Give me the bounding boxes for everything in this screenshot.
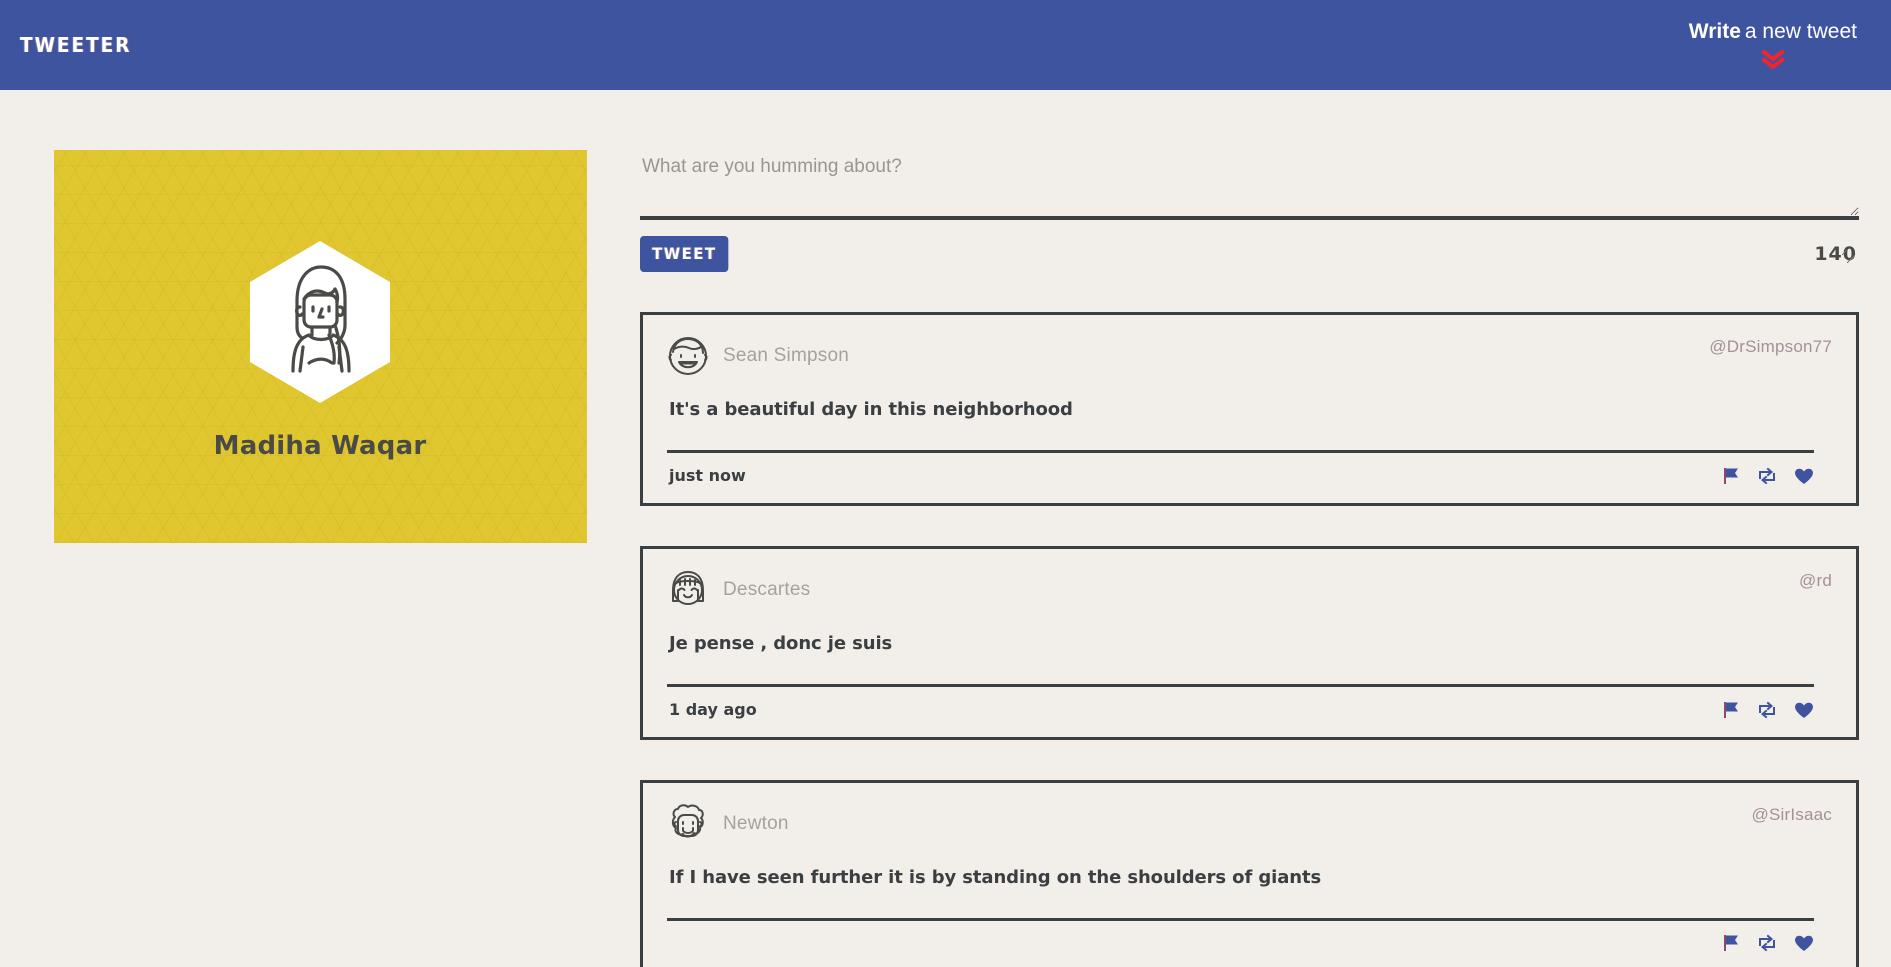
tweet-handle[interactable]: @SirIsaac [1752,803,1832,825]
app-header: TWEETER Write a new tweet [0,0,1891,90]
retweet-icon[interactable] [1757,701,1777,719]
man-smiling-avatar-icon [667,335,709,377]
tweet-card[interactable]: Newton @SirIsaac If I have seen further … [640,780,1859,967]
tweet-header: Sean Simpson @DrSimpson77 [667,335,1832,377]
heart-icon[interactable] [1794,701,1814,719]
tweet-author[interactable]: Newton [667,803,789,845]
retweet-icon[interactable] [1757,467,1777,485]
tweet-text: Je pense , donc je suis [669,633,893,654]
tweet-text: If I have seen further it is by standing… [669,867,1322,888]
feed-column: TWEET 140 [640,150,1891,967]
tweet-actions [1722,934,1814,952]
tweet-author[interactable]: Sean Simpson [667,335,849,377]
tweet-handle[interactable]: @rd [1799,569,1832,591]
heart-icon[interactable] [1794,467,1814,485]
tweet-composer: TWEET 140 [640,150,1859,272]
tweet-footer: 1 day ago [667,687,1832,737]
app-logo[interactable]: TWEETER [20,33,131,57]
character-counter: 140 [1814,243,1857,265]
tweet-footer [667,921,1832,967]
retweet-icon[interactable] [1757,934,1777,952]
tweet-timestamp: 1 day ago [669,700,757,719]
double-chevron-down-icon[interactable] [1760,49,1786,70]
tweet-footer: just now [667,453,1832,503]
tweet-header: Descartes @rd [667,569,1832,611]
tweet-timestamp: just now [669,466,746,485]
write-strong-text: Write [1688,19,1741,43]
tweet-card[interactable]: Sean Simpson @DrSimpson77 It's a beautif… [640,312,1859,506]
female-avatar-hexagon-icon [247,239,393,405]
profile-name: Madiha Waqar [213,430,427,461]
flag-icon[interactable] [1722,467,1740,485]
tweet-display-name: Sean Simpson [723,345,849,366]
flag-icon[interactable] [1722,934,1740,952]
write-rest-text: a new tweet [1744,19,1857,43]
tweet-composer-input[interactable] [640,150,1859,220]
tweet-header: Newton @SirIsaac [667,803,1832,845]
tweet-display-name: Descartes [723,579,811,600]
tweet-actions [1722,467,1814,485]
curly-hair-avatar-icon [667,803,709,845]
profile-column: Madiha Waqar [0,150,640,543]
profile-card: Madiha Waqar [53,150,587,543]
tweet-text: It's a beautiful day in this neighborhoo… [669,399,1073,420]
tweet-actions [1722,701,1814,719]
tweet-card[interactable]: Descartes @rd Je pense , donc je suis 1 … [640,546,1859,740]
tweet-author[interactable]: Descartes [667,569,810,611]
tweet-submit-button[interactable]: TWEET [640,236,729,272]
flag-icon[interactable] [1722,701,1740,719]
tweet-handle[interactable]: @DrSimpson77 [1709,335,1832,357]
write-new-tweet-label: Write a new tweet [1689,20,1857,43]
bob-haircut-avatar-icon [667,569,709,611]
composer-actions: TWEET 140 [640,236,1859,272]
heart-icon[interactable] [1794,934,1814,952]
write-new-tweet-action[interactable]: Write a new tweet [1689,20,1869,70]
tweet-display-name: Newton [723,813,789,834]
page-content: Madiha Waqar TWEET 140 [0,90,1891,967]
